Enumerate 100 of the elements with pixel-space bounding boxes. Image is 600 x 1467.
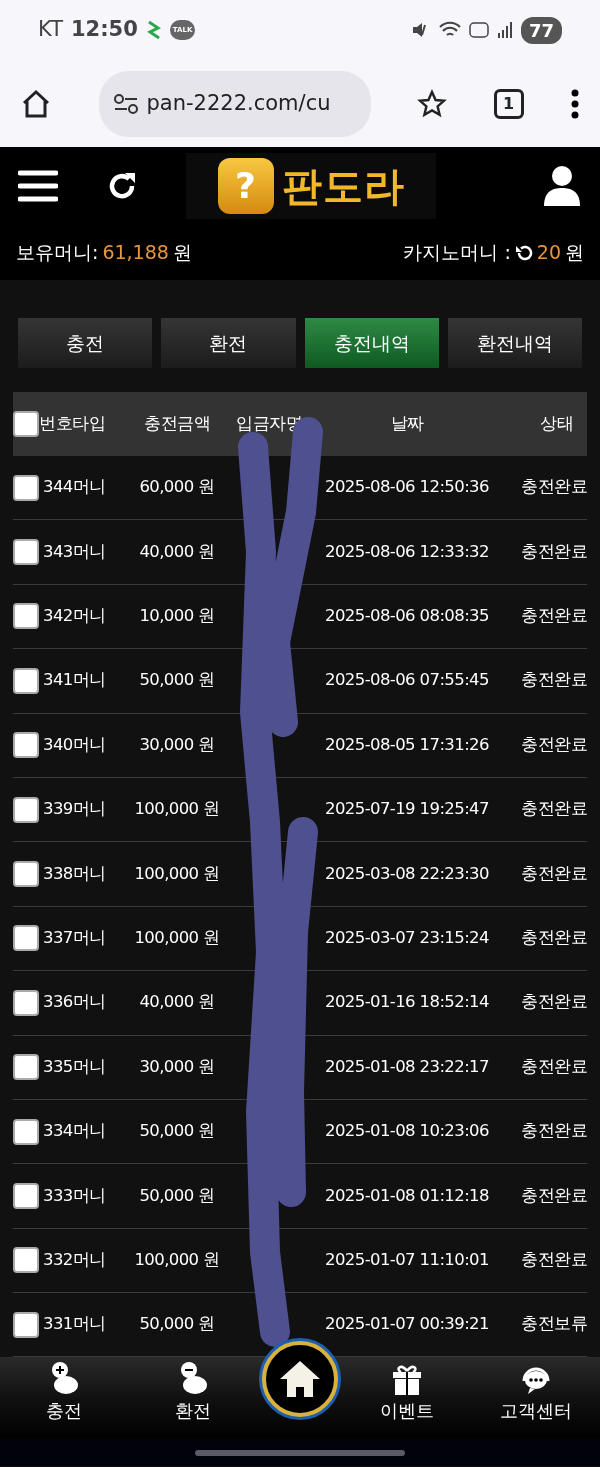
nav-item[interactable]: 고객센터 <box>475 1357 596 1425</box>
table-cell-text: 2025-03-08 22:23:30 <box>324 862 490 885</box>
table-cell-text: 충전완료 <box>520 1120 587 1143</box>
table-cell-text: 336머니 <box>43 991 106 1014</box>
table-cell-text: 충전완료 <box>520 927 587 950</box>
checkbox[interactable] <box>13 925 39 952</box>
carrier: KT <box>38 16 63 44</box>
column-header: 번호타입 <box>39 412 105 436</box>
address-bar[interactable]: pan-2222.com/cu <box>98 70 371 137</box>
more-menu-icon[interactable] <box>570 88 580 119</box>
tab-count-button[interactable]: 1 <box>493 88 524 119</box>
menu-icon[interactable] <box>18 169 58 203</box>
table-cell-text: 충전완료 <box>520 540 587 563</box>
nav-item[interactable]: 이벤트 <box>346 1357 467 1425</box>
table-cell-text: 334머니 <box>43 1120 106 1143</box>
table-cell-text: 337머니 <box>43 927 106 950</box>
table-cell-text: 2025-01-07 00:39:21 <box>324 1313 490 1336</box>
home-icon[interactable] <box>20 87 52 120</box>
table-cell-text: 50,000 원 <box>138 1313 216 1336</box>
checkbox[interactable] <box>13 411 39 437</box>
checkbox[interactable] <box>13 1183 39 1209</box>
table-cell-text: 342머니 <box>43 605 106 628</box>
table-cell-text: 340머니 <box>43 733 106 756</box>
star-icon[interactable] <box>417 88 447 119</box>
table-cell-text: 2025-08-06 08:08:35 <box>324 605 490 628</box>
logo-text: 판도라 <box>281 162 405 211</box>
table-cell-text: 2025-01-16 18:52:14 <box>324 991 490 1014</box>
table-cell-text: 10,000 원 <box>138 605 216 628</box>
checkbox[interactable] <box>13 861 39 888</box>
table-cell-text: 충전완료 <box>520 733 587 756</box>
home-icon <box>278 1359 322 1400</box>
table-cell-text: 30,000 원 <box>138 1055 216 1078</box>
table-cell-text: 100,000 원 <box>133 798 221 821</box>
table-cell-text: 341머니 <box>43 669 106 692</box>
table-cell-text: 2025-07-19 19:25:47 <box>324 798 490 821</box>
table-cell-text: 충전완료 <box>520 862 587 885</box>
table-cell-text: 50,000 원 <box>138 1184 216 1207</box>
signal-icon <box>496 21 513 39</box>
table-cell-text: 2025-08-06 07:55:45 <box>324 669 490 692</box>
logo-mark: ? <box>217 158 274 214</box>
table-cell-text: 2025-01-08 01:12:18 <box>324 1184 490 1207</box>
table-cell-text: 충전완료 <box>520 1055 587 1078</box>
refresh-icon[interactable] <box>514 243 533 262</box>
table-cell-text: 339머니 <box>43 798 106 821</box>
home-button[interactable] <box>262 1341 338 1418</box>
table-cell-text: 충전완료 <box>520 1184 587 1207</box>
logo[interactable]: ? 판도라 <box>186 153 436 219</box>
checkbox[interactable] <box>13 474 39 501</box>
table-cell-text: 100,000 원 <box>133 862 221 885</box>
checkbox[interactable] <box>13 989 39 1016</box>
site-settings-icon[interactable] <box>112 92 139 115</box>
checkbox[interactable] <box>13 1247 39 1274</box>
table-cell-text: 100,000 원 <box>133 1249 221 1271</box>
checkbox[interactable] <box>13 796 39 823</box>
tab[interactable]: 충전내역 <box>304 318 439 368</box>
wallet-amount: 61,188 <box>102 240 169 266</box>
table-cell-text: 충전보류 <box>520 1313 587 1336</box>
table-cell-text: 331머니 <box>43 1313 106 1336</box>
table-cell-text: 충전완료 <box>520 669 587 692</box>
table-cell-text: 343머니 <box>43 540 106 563</box>
checkbox[interactable] <box>13 603 39 630</box>
nav-item[interactable]: 충전 <box>4 1357 125 1425</box>
wallet-label: 보유머니: <box>16 240 99 266</box>
table-cell-text: 335머니 <box>43 1055 106 1078</box>
casino-amount: 20 <box>536 240 561 266</box>
column-header: 날짜 <box>389 412 425 436</box>
table-cell-text: 2025-01-08 10:23:06 <box>324 1120 490 1143</box>
table-cell-text: 2025-01-08 23:22:17 <box>324 1055 490 1078</box>
checkbox[interactable] <box>13 1311 39 1338</box>
column-header: 충전금액 <box>143 412 211 436</box>
gesture-bar[interactable] <box>195 1449 405 1456</box>
table-cell-text: 40,000 원 <box>138 991 216 1014</box>
checkbox[interactable] <box>13 667 39 694</box>
casino-label: 카지노머니 : <box>403 240 511 266</box>
tab[interactable]: 환전 <box>161 318 296 368</box>
user-icon[interactable] <box>542 165 582 207</box>
table-cell-text: 60,000 원 <box>138 476 216 499</box>
tab[interactable]: 충전 <box>18 318 153 368</box>
checkbox[interactable] <box>13 539 39 566</box>
checkbox[interactable] <box>13 732 39 759</box>
table-cell-text: 충전완료 <box>520 476 587 499</box>
table-cell-text: 332머니 <box>43 1249 106 1271</box>
currency-unit: 원 <box>565 240 584 266</box>
checkbox[interactable] <box>13 1054 39 1081</box>
column-header: 상태 <box>539 412 574 436</box>
currency-unit: 원 <box>172 240 192 266</box>
table-cell-text: 충전완료 <box>520 1249 587 1271</box>
nav-item[interactable]: 환전 <box>133 1357 254 1425</box>
table-cell-text: 2025-03-07 23:15:24 <box>324 927 490 950</box>
tab[interactable]: 환전내역 <box>447 318 582 368</box>
battery-indicator: 77 <box>520 16 562 44</box>
table-cell-text: 2025-08-06 12:33:32 <box>324 540 490 563</box>
table-cell-text: 50,000 원 <box>138 1120 216 1143</box>
clock: 12:50 <box>70 16 138 44</box>
table-cell-text: 344머니 <box>43 476 106 499</box>
table-cell-text: 충전완료 <box>520 605 587 628</box>
table-cell-text: 333머니 <box>43 1184 106 1207</box>
checkbox[interactable] <box>13 1118 39 1145</box>
table-cell-text: 100,000 원 <box>133 927 221 950</box>
table-cell-text: 40,000 원 <box>138 540 216 563</box>
